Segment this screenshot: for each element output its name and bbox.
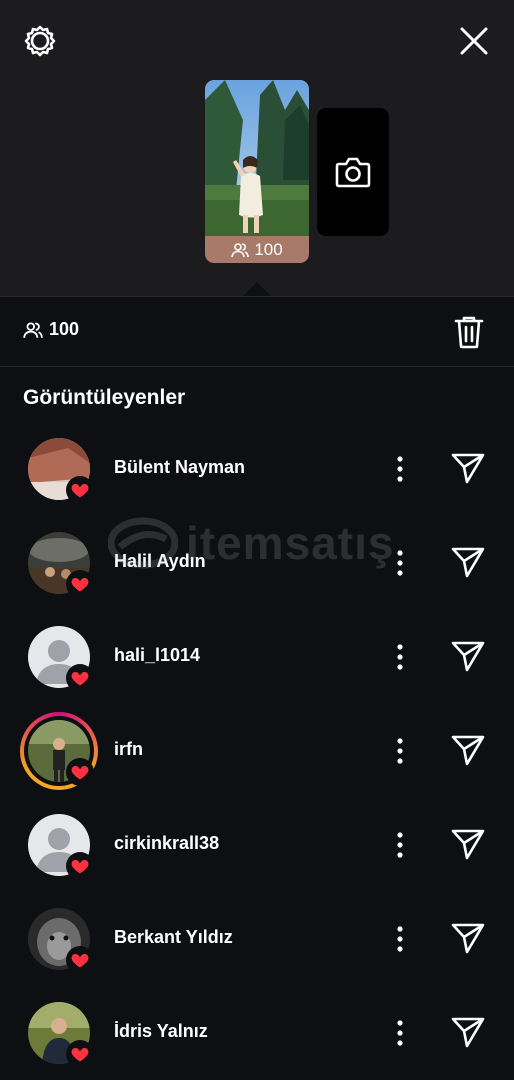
heart-icon [70, 1044, 90, 1064]
avatar[interactable] [28, 532, 94, 598]
more-options-button[interactable] [390, 1015, 410, 1051]
send-message-button[interactable] [450, 826, 486, 862]
send-message-button[interactable] [450, 544, 486, 580]
story-thumbnail[interactable]: 100 [205, 80, 309, 263]
list-item[interactable]: Berkant Yıldız [0, 892, 514, 986]
more-options-button[interactable] [390, 451, 410, 487]
liked-badge [66, 852, 94, 880]
more-options-button[interactable] [390, 639, 410, 675]
add-story-camera-button[interactable] [317, 108, 389, 236]
liked-badge [66, 1040, 94, 1068]
heart-icon [70, 856, 90, 876]
view-count-text: 100 [49, 319, 80, 339]
avatar[interactable] [20, 712, 98, 790]
viewer-name[interactable]: cirkinkrall38 [114, 833, 219, 854]
people-icon [23, 321, 43, 338]
viewer-name[interactable]: hali_l1014 [114, 645, 200, 666]
heart-icon [70, 574, 90, 594]
more-vertical-icon [390, 827, 410, 863]
send-message-button[interactable] [450, 450, 486, 486]
avatar[interactable] [28, 908, 94, 974]
camera-icon [335, 157, 371, 188]
list-item[interactable]: irfn [0, 704, 514, 798]
heart-icon [70, 762, 90, 782]
more-vertical-icon [390, 545, 410, 581]
delete-story-button[interactable] [452, 314, 486, 350]
people-icon [231, 242, 250, 257]
send-icon [450, 544, 486, 580]
viewer-name[interactable]: Bülent Nayman [114, 457, 245, 478]
liked-badge [66, 758, 94, 786]
viewer-name[interactable]: Halil Aydın [114, 551, 206, 572]
gear-icon [24, 25, 56, 57]
viewers-section-title: Görüntüleyenler [23, 386, 186, 409]
viewer-name[interactable]: Berkant Yıldız [114, 927, 233, 948]
list-item[interactable]: Bülent Nayman [0, 422, 514, 516]
avatar[interactable] [28, 1002, 94, 1068]
thumbnail-view-count: 100 [205, 236, 309, 263]
close-icon [460, 27, 488, 55]
send-message-button[interactable] [450, 1014, 486, 1050]
send-icon [450, 450, 486, 486]
more-vertical-icon [390, 921, 410, 957]
close-button[interactable] [456, 23, 492, 59]
send-icon [450, 1014, 486, 1050]
list-item[interactable]: hali_l1014 [0, 610, 514, 704]
avatar[interactable] [28, 814, 94, 880]
liked-badge [66, 476, 94, 504]
list-item[interactable]: cirkinkrall38 [0, 798, 514, 892]
trash-icon [454, 316, 484, 349]
settings-button[interactable] [22, 23, 58, 59]
send-message-button[interactable] [450, 638, 486, 674]
viewer-name[interactable]: irfn [114, 739, 143, 760]
thumbnail-count-text: 100 [254, 239, 283, 259]
more-options-button[interactable] [390, 733, 410, 769]
send-icon [450, 732, 486, 768]
list-item[interactable]: Halil Aydın [0, 516, 514, 610]
list-item[interactable]: İdris Yalnız [0, 986, 514, 1080]
story-preview-area: 100 [0, 0, 514, 297]
send-message-button[interactable] [450, 732, 486, 768]
heart-icon [70, 668, 90, 688]
thumbnail-pointer [242, 282, 272, 297]
more-vertical-icon [390, 451, 410, 487]
heart-icon [70, 950, 90, 970]
more-options-button[interactable] [390, 921, 410, 957]
more-options-button[interactable] [390, 827, 410, 863]
more-vertical-icon [390, 639, 410, 675]
more-vertical-icon [390, 1015, 410, 1051]
story-photo [205, 80, 309, 236]
viewer-name[interactable]: İdris Yalnız [114, 1021, 208, 1042]
liked-badge [66, 570, 94, 598]
liked-badge [66, 946, 94, 974]
viewer-stats-row: 100 [0, 297, 514, 367]
send-icon [450, 638, 486, 674]
more-options-button[interactable] [390, 545, 410, 581]
avatar[interactable] [28, 626, 94, 692]
view-count[interactable]: 100 [23, 319, 79, 340]
send-icon [450, 920, 486, 956]
liked-badge [66, 664, 94, 692]
more-vertical-icon [390, 733, 410, 769]
send-icon [450, 826, 486, 862]
heart-icon [70, 480, 90, 500]
avatar[interactable] [28, 438, 94, 504]
send-message-button[interactable] [450, 920, 486, 956]
